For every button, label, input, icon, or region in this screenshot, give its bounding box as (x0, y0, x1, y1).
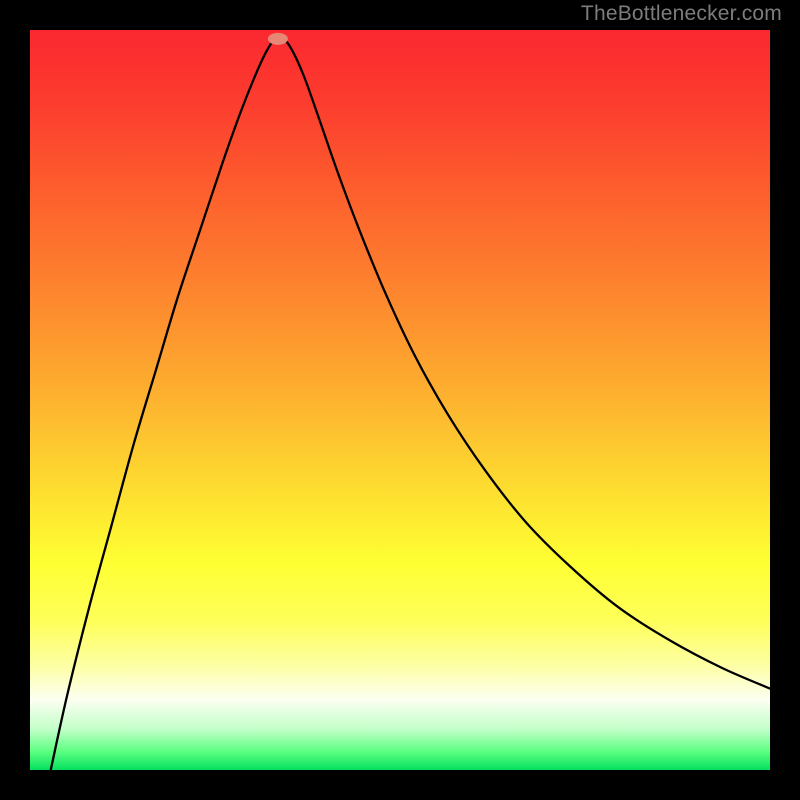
chart-frame: TheBottlenecker.com (0, 0, 800, 800)
plot-background (30, 30, 770, 770)
bottleneck-chart (0, 0, 800, 800)
optimal-marker (268, 33, 288, 45)
